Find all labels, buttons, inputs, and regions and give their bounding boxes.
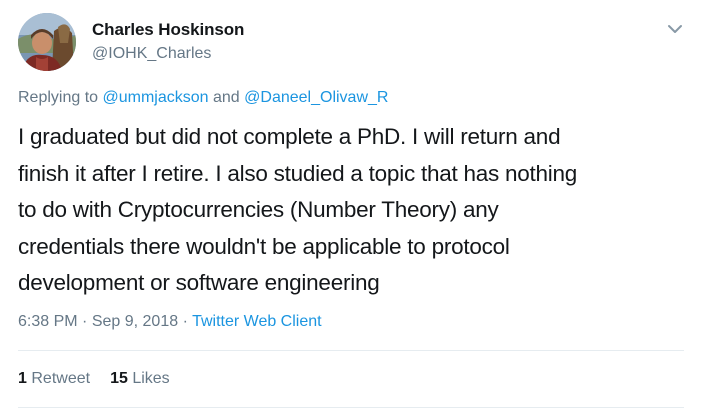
tweet-client-link[interactable]: Twitter Web Client [192, 313, 322, 330]
replying-prefix: Replying to [18, 89, 99, 106]
replying-to-line: Replying to @ummjackson and @Daneel_Oliv… [18, 89, 388, 107]
replying-joiner: and [213, 89, 240, 106]
divider [18, 407, 684, 408]
like-count: 15 [110, 370, 128, 387]
retweets-stat[interactable]: 1 Retweet [18, 370, 90, 387]
tweet-card: Charles Hoskinson @IOHK_Charles Replying… [0, 0, 702, 419]
author-handle[interactable]: @IOHK_Charles [92, 45, 211, 63]
tweet-text: I graduated but did not complete a PhD. … [18, 119, 698, 302]
retweet-count: 1 [18, 370, 27, 387]
retweet-label: Retweet [31, 370, 91, 387]
tweet-stats: 1 Retweet 15 Likes [18, 370, 170, 388]
chevron-down-icon [668, 25, 682, 33]
avatar-photo [18, 13, 76, 71]
tweet-text-line: to do with Cryptocurrencies (Number Theo… [18, 197, 499, 222]
tweet-metadata: 6:38 PM · Sep 9, 2018 · Twitter Web Clie… [18, 313, 322, 331]
tweet-text-line: credentials there wouldn't be applicable… [18, 233, 510, 259]
likes-stat[interactable]: 15 Likes [110, 370, 170, 387]
like-label: Likes [132, 370, 170, 387]
mention-link-ummjackson[interactable]: @ummjackson [103, 89, 209, 106]
tweet-text-line: development or software engineering [18, 270, 380, 295]
author-name[interactable]: Charles Hoskinson [92, 20, 244, 40]
tweet-menu-button[interactable] [665, 20, 685, 38]
mention-link-daneel-olivaw[interactable]: @Daneel_Olivaw_R [244, 89, 388, 106]
tweet-text-line: I graduated but did not complete a PhD. … [18, 124, 561, 149]
tweet-time[interactable]: 6:38 PM [18, 313, 78, 330]
divider [18, 350, 684, 351]
avatar[interactable] [18, 13, 76, 71]
meta-separator: · [182, 313, 188, 330]
tweet-text-line: finish it after I retire. I also studied… [18, 160, 578, 186]
meta-separator: · [82, 313, 88, 330]
tweet-date[interactable]: Sep 9, 2018 [92, 313, 178, 330]
